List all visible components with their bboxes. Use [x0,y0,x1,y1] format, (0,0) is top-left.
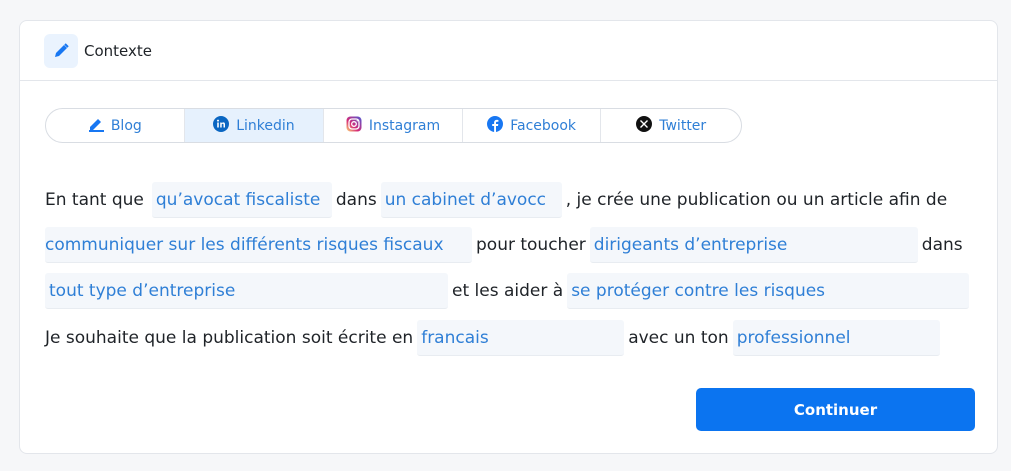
role-field[interactable]: qu’avocat fiscaliste [151,182,332,218]
tab-twitter[interactable]: Twitter [601,109,741,142]
sentence-text: pour toucher [476,235,586,255]
platform-tabs: Blog Linkedin Instagram Facebook Twitter [45,108,742,143]
pen-icon [44,33,78,68]
card-title: Contexte [84,41,152,60]
tab-label: Twitter [659,117,707,134]
benefit-field[interactable]: se protéger contre les risques [567,273,970,309]
tab-linkedin[interactable]: Linkedin [184,109,325,142]
instagram-icon [346,116,362,136]
continue-button[interactable]: Continuer [696,388,975,431]
tab-label: Linkedin [236,117,295,134]
sentence-text: En tant que [45,190,144,210]
tab-label: Instagram [368,117,441,134]
sentence-text: avec un ton [628,328,729,348]
company-field[interactable]: un cabinet d’avocc [380,182,562,218]
sentence-line-3: tout type d’entreprise et les aider à se… [45,273,975,309]
goal-field[interactable]: communiquer sur les différents risques f… [45,227,472,263]
tab-instagram[interactable]: Instagram [324,109,463,142]
language-field[interactable]: francais [417,320,625,356]
tone-field[interactable]: professionnel [732,320,940,356]
sentence-text: Je souhaite que la publication soit écri… [45,328,414,348]
sentence-line-1: En tant que qu’avocat fiscaliste dans un… [45,182,975,218]
audience-field[interactable]: dirigeants d’entreprise [589,227,918,263]
tab-blog[interactable]: Blog [46,109,185,142]
tab-label: Facebook [510,117,577,134]
pen-line-icon [88,116,104,136]
card-header: Contexte [20,21,997,81]
x-twitter-icon [636,115,653,136]
tab-label: Blog [110,117,142,134]
sentence-text: et les aider à [452,281,564,301]
sentence-text: dans [335,190,377,210]
context-card: Contexte Blog Linkedin Instagram Faceboo… [19,20,998,454]
tab-facebook[interactable]: Facebook [463,109,602,142]
sentence-text: dans [921,235,963,255]
sentence-text: , je crée une publication ou un article … [565,190,948,210]
sentence-line-2: communiquer sur les différents risques f… [45,227,975,263]
facebook-icon [487,115,504,136]
sector-field[interactable]: tout type d’entreprise [45,273,448,309]
linkedin-icon [213,115,230,136]
sentence-line-4: Je souhaite que la publication soit écri… [45,320,975,356]
